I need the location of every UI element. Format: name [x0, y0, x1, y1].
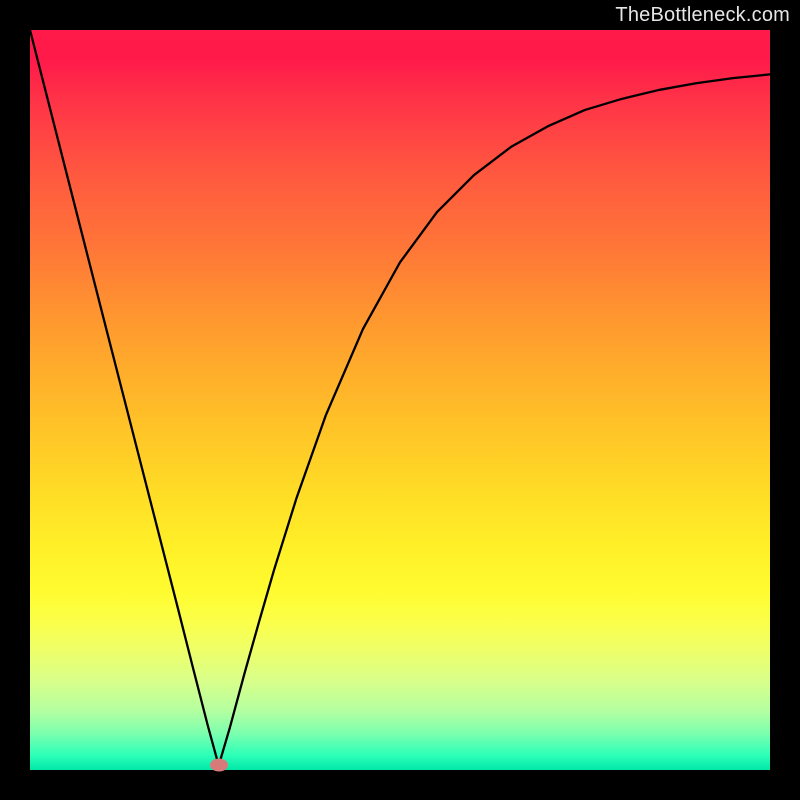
bottleneck-curve — [30, 30, 770, 770]
chart-frame: TheBottleneck.com — [0, 0, 800, 800]
chart-plot-area — [30, 30, 770, 770]
watermark-text: TheBottleneck.com — [615, 4, 790, 27]
optimal-point-marker — [210, 758, 228, 771]
